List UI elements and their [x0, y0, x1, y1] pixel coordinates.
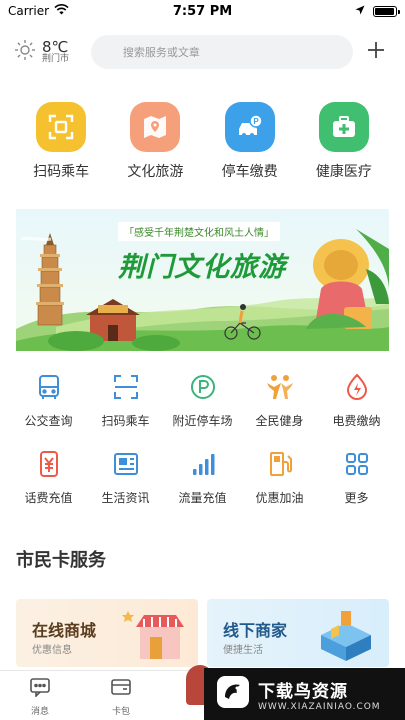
card-offline-merchants[interactable]: 线下商家 便捷生活 [207, 599, 389, 667]
scan-icon [36, 102, 87, 152]
grid-item-label: 话费充值 [24, 491, 73, 505]
grid-item-label: 扫码乘车 [101, 414, 150, 428]
grid-item-nearby-parking[interactable]: 附近停车场 [164, 370, 241, 429]
fitness-icon [263, 370, 297, 404]
watermark-overlay: 下载鸟资源 WWW.XIAZAINIAO.COM [204, 668, 405, 720]
phone-bill-icon [32, 447, 66, 481]
service-health-medical[interactable]: 健康医疗 [299, 102, 389, 181]
fuel-icon [263, 447, 297, 481]
service-label: 扫码乘车 [33, 164, 90, 180]
header: 8℃ 荆门市 搜索服务或文章 [0, 30, 405, 74]
wallet-icon [110, 677, 132, 701]
signal-icon [186, 447, 220, 481]
message-icon [29, 677, 51, 701]
search-input[interactable]: 搜索服务或文章 [90, 35, 354, 69]
add-button[interactable] [361, 37, 391, 67]
section-title: 市民卡服务 [16, 550, 106, 571]
banner-tagline: 「感受千年荆楚文化和风土人情」 [118, 222, 280, 241]
service-label: 文化旅游 [127, 164, 184, 180]
service-scan-ride[interactable]: 扫码乘车 [16, 102, 106, 181]
grid-item-bus-query[interactable]: 公交查询 [10, 370, 87, 429]
grid-item-electricity-bill[interactable]: 电费缴纳 [318, 370, 395, 429]
electricity-icon [340, 370, 374, 404]
card-title: 线下商家 [223, 621, 288, 640]
grid-item-phone-bill[interactable]: 话费充值 [10, 447, 87, 506]
service-grid: 公交查询 扫码乘车 附近停车场 全民健身 电费缴纳 话费充值 生活资讯 流量充值… [10, 370, 395, 506]
status-time: 7:57 PM [172, 3, 233, 19]
news-icon [109, 447, 143, 481]
banner-title: 荆门文化旅游 [118, 252, 286, 283]
more-grid-icon [340, 447, 374, 481]
card-title: 在线商城 [32, 621, 97, 640]
service-culture-tourism[interactable]: 文化旅游 [110, 102, 200, 181]
plus-icon [366, 40, 386, 64]
carrier-label: Carrier [8, 4, 50, 18]
location-arrow-icon [355, 4, 365, 18]
service-label: 停车缴费 [221, 164, 278, 180]
shop-illustration [122, 611, 184, 659]
grid-item-more[interactable]: 更多 [318, 447, 395, 506]
grid-item-label: 更多 [344, 491, 369, 505]
weather-widget[interactable]: 8℃ 荆门市 [14, 39, 91, 65]
battery-icon [373, 5, 400, 17]
grid-item-data-recharge[interactable]: 流量充值 [164, 447, 241, 506]
grid-item-label: 流量充值 [178, 491, 227, 505]
service-parking-payment[interactable]: P 停车缴费 [205, 102, 295, 181]
grid-item-label: 全民健身 [255, 414, 304, 428]
grid-item-scan-ride[interactable]: 扫码乘车 [87, 370, 164, 429]
search-placeholder: 搜索服务或文章 [122, 46, 200, 59]
tab-label: 卡包 [111, 707, 130, 717]
city-name: 荆门市 [42, 54, 70, 65]
grid-item-label: 公交查询 [24, 414, 73, 428]
grid-item-label: 附近停车场 [172, 414, 233, 428]
grid-item-fuel-discount[interactable]: 优惠加油 [241, 447, 318, 506]
card-subtitle: 优惠信息 [32, 645, 72, 656]
tab-wallet[interactable]: 卡包 [96, 677, 146, 717]
map-icon [130, 102, 181, 152]
bird-logo-icon [216, 675, 250, 713]
card-subtitle: 便捷生活 [223, 645, 263, 656]
temperature: 8℃ [42, 37, 69, 56]
grid-item-label: 生活资讯 [101, 491, 150, 505]
grid-item-life-news[interactable]: 生活资讯 [87, 447, 164, 506]
car-parking-icon: P [224, 102, 275, 152]
grid-item-fitness[interactable]: 全民健身 [241, 370, 318, 429]
parking-icon [186, 370, 220, 404]
watermark-title: 下载鸟资源 [258, 681, 348, 702]
scan-icon [109, 370, 143, 404]
tab-messages[interactable]: 消息 [15, 677, 65, 717]
tab-label: 消息 [30, 707, 49, 717]
tourism-banner[interactable]: 「感受千年荆楚文化和风土人情」 荆门文化旅游 [16, 209, 389, 351]
wifi-icon [54, 4, 69, 18]
service-label: 健康医疗 [315, 164, 372, 180]
store-illustration [321, 611, 371, 661]
sun-icon [14, 39, 36, 65]
grid-item-label: 电费缴纳 [332, 414, 381, 428]
grid-item-label: 优惠加油 [255, 491, 304, 505]
top-services: 扫码乘车 文化旅游 P 停车缴费 健康医疗 [0, 102, 405, 181]
medical-kit-icon [318, 102, 369, 152]
bus-icon [32, 370, 66, 404]
watermark-url: WWW.XIAZAINIAO.COM [258, 701, 381, 712]
svg-text:P: P [253, 117, 259, 126]
status-bar: Carrier 7:57 PM [0, 0, 405, 22]
card-online-mall[interactable]: 在线商城 优惠信息 [16, 599, 198, 667]
